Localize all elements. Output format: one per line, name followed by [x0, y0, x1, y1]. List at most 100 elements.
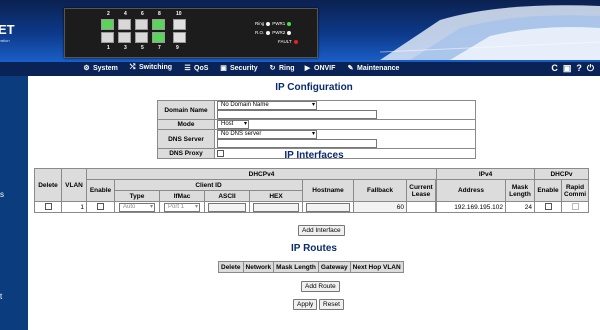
nav-qos[interactable]: ☰ QoS	[183, 64, 208, 72]
client-type-select[interactable]: Auto	[119, 202, 155, 212]
col-address: Address	[436, 179, 506, 202]
port-2[interactable]	[101, 19, 114, 30]
port-number: 10	[176, 11, 182, 17]
add-interface-button[interactable]: Add Interface	[298, 225, 345, 236]
sidebar-item[interactable]: t	[0, 292, 2, 301]
nav-switching[interactable]: ⤭ Switching	[128, 64, 172, 72]
port-9[interactable]	[173, 32, 186, 43]
dhcpv6-enable-checkbox[interactable]	[544, 203, 552, 211]
port-5[interactable]	[135, 32, 148, 43]
col-dhcpv6: DHCPv	[533, 168, 590, 180]
dns-server-select[interactable]: No DNS server	[217, 130, 317, 139]
ip-routes-table: Delete Network Mask Length Gateway Next …	[218, 261, 404, 273]
sidebar-item[interactable]: s	[0, 190, 4, 199]
train-graphic	[380, 5, 600, 60]
address-input[interactable]: 192.169.195.102	[436, 201, 506, 213]
port-1[interactable]	[101, 32, 114, 43]
mode-select[interactable]: Host	[217, 120, 249, 129]
lock-icon: ▣	[220, 65, 227, 72]
col-current-lease: Current Lease	[406, 179, 436, 202]
port-6[interactable]	[135, 19, 148, 30]
hex-input[interactable]	[253, 202, 299, 212]
nav-onvif[interactable]: ▶ ONVIF	[303, 64, 336, 72]
save-icon[interactable]: ▣	[563, 63, 572, 73]
ip-interfaces-title: IP Interfaces	[284, 150, 344, 161]
col-enable-v6: Enable	[534, 179, 562, 202]
ascii-input[interactable]	[208, 202, 246, 212]
nav-security[interactable]: ▣ Security	[219, 64, 257, 72]
domain-name-select[interactable]: No Domain Name	[217, 101, 317, 110]
port-number: 7	[158, 45, 161, 51]
route-col-gateway: Gateway	[317, 261, 351, 273]
port-number: 9	[176, 45, 179, 51]
brand-logo: ET	[0, 22, 15, 37]
camera-icon: ▶	[304, 65, 311, 72]
switch-icon: ⤭	[129, 64, 136, 71]
port-number: 6	[141, 11, 144, 17]
vlan-value: 1	[61, 201, 87, 213]
help-icon[interactable]: ?	[576, 63, 582, 73]
nav-system[interactable]: ⚙ System	[82, 64, 118, 72]
col-type: Type	[114, 190, 160, 202]
delete-checkbox[interactable]	[44, 203, 52, 211]
reset-button[interactable]: Reset	[319, 299, 344, 310]
port-number: 1	[107, 45, 110, 51]
logout-icon[interactable]: ⏻	[587, 63, 594, 73]
ifmac-select[interactable]: Port 1	[164, 202, 200, 212]
col-enable: Enable	[86, 179, 115, 202]
port-3[interactable]	[118, 32, 131, 43]
nav-ring[interactable]: ↻ Ring	[268, 64, 295, 72]
led-fault: FAULT	[278, 39, 300, 44]
col-client-id: Client ID	[114, 179, 303, 191]
port-number: 3	[124, 45, 127, 51]
nav-right-tools: C ▣? ⏻	[546, 63, 594, 74]
mask-length-input[interactable]: 24	[505, 201, 535, 213]
col-delete: Delete	[34, 168, 62, 202]
mode-label: Mode	[157, 119, 215, 130]
port-10[interactable]	[173, 19, 186, 30]
col-dhcpv4: DHCPv4	[86, 168, 437, 180]
col-ipv4: IPv4	[436, 168, 535, 180]
port-7[interactable]	[152, 32, 165, 43]
col-ifmac: IfMac	[159, 190, 205, 202]
qos-icon: ☰	[184, 65, 191, 72]
top-nav-bar: ⚙ System ⤭ Switching ☰ QoS ▣ Security ↻ Ring …	[0, 62, 600, 76]
dns-server-input[interactable]	[217, 139, 377, 148]
ip-routes-title: IP Routes	[291, 243, 337, 254]
add-route-button[interactable]: Add Route	[301, 281, 340, 292]
rapid-commit-checkbox[interactable]	[571, 203, 579, 211]
col-rapid-commit: Rapid Commi	[560, 179, 590, 202]
route-col-delete: Delete	[218, 261, 244, 273]
brand-tagline: ization	[0, 38, 10, 43]
port-number: 2	[107, 11, 110, 17]
col-hostname: Hostname	[302, 179, 354, 202]
port-8[interactable]	[152, 19, 165, 30]
domain-name-input[interactable]	[217, 110, 377, 119]
domain-name-label: Domain Name	[157, 100, 215, 120]
fallback-input[interactable]: 60	[353, 201, 407, 213]
col-hex: HEX	[249, 190, 303, 202]
port-4[interactable]	[118, 19, 131, 30]
gear-icon: ⚙	[83, 65, 90, 72]
dns-server-label: DNS Server	[157, 129, 215, 149]
col-mask-length: Mask Length	[505, 179, 535, 202]
led-ro-pwr2: R.O. PWR2	[255, 30, 293, 35]
dhcp-enable-checkbox[interactable]	[97, 203, 104, 211]
refresh-icon[interactable]: C	[551, 63, 558, 73]
main-content: IP Configuration Domain Name No Domain N…	[28, 76, 600, 330]
header-banner: ET ization 2 4 6 8 10 1 3 5 7 9 RingPWR1…	[0, 0, 600, 62]
ip-config-title: IP Configuration	[275, 82, 353, 93]
route-col-next-hop-vlan: Next Hop VLAN	[349, 261, 404, 273]
hostname-input[interactable]	[306, 202, 350, 212]
route-col-network: Network	[242, 261, 275, 273]
switch-device-panel: 2 4 6 8 10 1 3 5 7 9 Ring PWR1 R.O. PWR2 F…	[64, 8, 318, 58]
route-col-mask-length: Mask Length	[273, 261, 319, 273]
current-lease-value	[406, 201, 436, 213]
port-number: 5	[141, 45, 144, 51]
ip-interfaces-table: Delete VLAN DHCPv4 IPv4 DHCPv Enable Cli…	[34, 168, 590, 213]
led-ring-pwr1: Ring PWR1	[255, 21, 293, 26]
col-vlan: VLAN	[61, 168, 87, 202]
apply-button[interactable]: Apply	[293, 299, 318, 310]
nav-maintenance[interactable]: ✎ Maintenance	[346, 64, 400, 72]
sidebar: s t	[0, 76, 28, 330]
